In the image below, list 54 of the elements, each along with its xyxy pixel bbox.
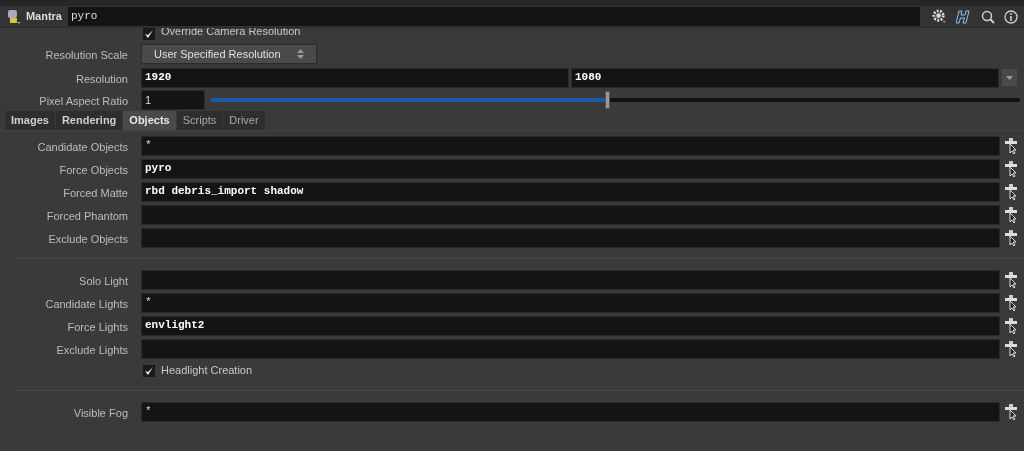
text-field[interactable]: * [141, 135, 1000, 156]
parameter-label: Forced Matte [63, 186, 128, 199]
parameter-label: Exclude Objects [48, 232, 128, 245]
resolution-dropdown[interactable]: User Specified Resolution [141, 44, 317, 64]
parameter-label: Visible Fog [73, 406, 128, 419]
text-field[interactable]: * [141, 401, 1000, 422]
tab[interactable]: Objects [123, 111, 176, 130]
parameter-label: Candidate Objects [37, 140, 128, 153]
search-icon[interactable] [981, 9, 995, 24]
slider[interactable] [210, 91, 1020, 109]
resolution-field[interactable]: 1080 [571, 67, 999, 88]
parameter-label: Exclude Lights [56, 343, 128, 356]
text-field[interactable]: rbd debris_import shadow [141, 181, 1000, 202]
render-node-icon [6, 8, 22, 25]
checkbox[interactable] [143, 28, 155, 40]
tab[interactable]: Images [5, 111, 55, 130]
aspect-field[interactable]: 1 [141, 90, 205, 110]
checkbox-label: Override Camera Resolution [161, 28, 301, 37]
checkbox-label: Headlight Creation [161, 363, 253, 379]
pointer-icon[interactable] [1004, 206, 1018, 223]
pointer-icon[interactable] [1004, 229, 1018, 246]
help-menu-icon[interactable] [956, 8, 972, 25]
pointer-icon[interactable] [1004, 403, 1018, 420]
tab[interactable]: Scripts [176, 111, 223, 130]
parameter-label: Pixel Aspect Ratio [39, 95, 128, 107]
text-field[interactable]: envlight2 [141, 315, 1000, 336]
pointer-icon[interactable] [1004, 340, 1018, 357]
parameter-label: Solo Light [79, 274, 128, 287]
text-field[interactable]: pyro [141, 158, 1000, 179]
info-icon[interactable] [1004, 9, 1018, 24]
node-type-label: Mantra [25, 9, 62, 25]
tab[interactable]: Rendering [55, 111, 123, 130]
checkbox[interactable] [143, 364, 155, 377]
pointer-icon[interactable] [1004, 294, 1018, 311]
caret-icon [1006, 75, 1013, 80]
slider-handle[interactable] [604, 91, 610, 109]
gear-icon[interactable] [932, 9, 947, 24]
tab[interactable]: Driver [223, 111, 265, 130]
spinner-arrows-icon [297, 49, 304, 59]
parameter-label: Forced Phantom [46, 209, 128, 222]
parameter-label: Candidate Lights [45, 297, 128, 310]
pointer-icon[interactable] [1004, 137, 1018, 154]
parameter-label: Resolution [76, 72, 128, 85]
pointer-icon[interactable] [1004, 183, 1018, 200]
pointer-icon[interactable] [1004, 160, 1018, 177]
text-field[interactable]: * [141, 292, 1000, 313]
pointer-icon[interactable] [1004, 317, 1018, 334]
parameter-label: Force Lights [67, 320, 128, 333]
resolution-field[interactable]: 1920 [141, 67, 569, 88]
parameter-label: Resolution Scale [45, 49, 128, 61]
pointer-icon[interactable] [1004, 271, 1018, 288]
node-name-field[interactable]: pyro [67, 7, 920, 26]
menu-button[interactable] [1002, 69, 1017, 86]
parameter-label: Force Objects [59, 163, 128, 176]
